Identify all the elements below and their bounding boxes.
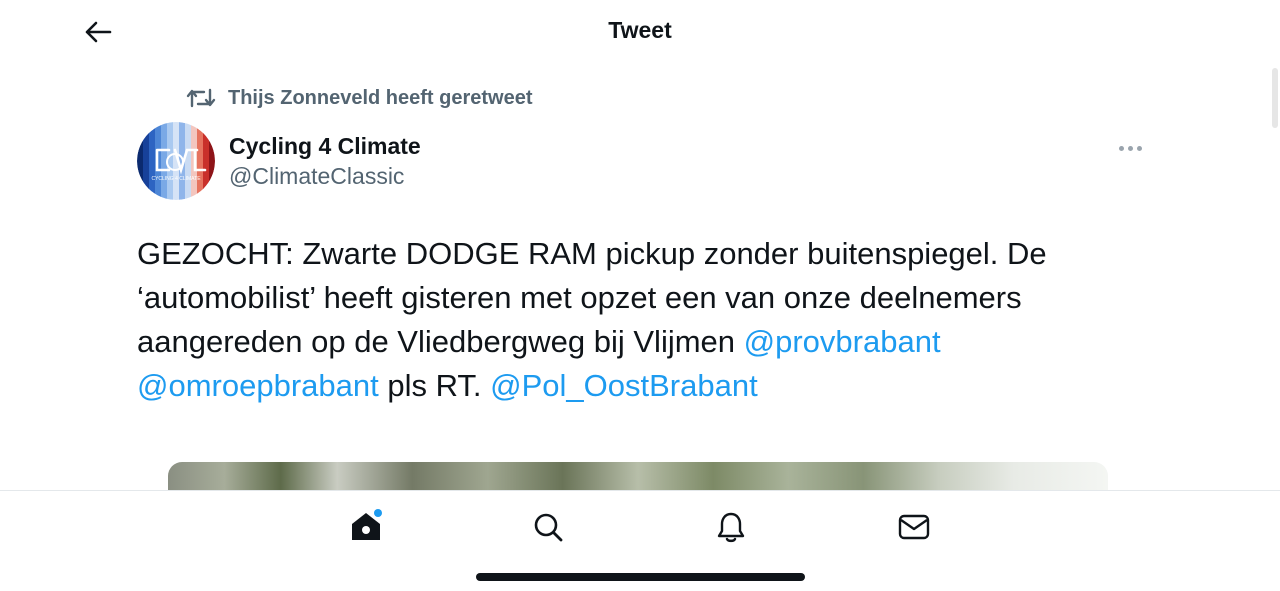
bell-icon [717, 512, 745, 543]
author-handle[interactable]: @ClimateClassic [229, 161, 421, 191]
mention-link[interactable]: @Pol_OostBrabant [490, 368, 758, 403]
author-name[interactable]: Cycling 4 Climate [229, 131, 421, 161]
mention-link[interactable]: @provbrabant [744, 324, 941, 359]
retweet-icon [186, 88, 216, 108]
avatar-caption: CYCLING 4 CLIMATE [151, 176, 201, 182]
tab-home[interactable] [346, 507, 386, 547]
tab-messages[interactable] [894, 507, 934, 547]
cycling-4-climate-logo: CYCLING 4 CLIMATE [137, 122, 215, 200]
avatar[interactable]: CYCLING 4 CLIMATE [137, 122, 215, 200]
retweet-label: Thijs Zonneveld heeft geretweet [228, 86, 533, 109]
tab-search[interactable] [528, 507, 568, 547]
page-title: Tweet [608, 17, 672, 43]
mail-icon [898, 514, 930, 540]
home-indicator[interactable] [476, 573, 805, 581]
more-options-button[interactable] [1114, 136, 1146, 160]
author-info[interactable]: Cycling 4 Climate @ClimateClassic [229, 131, 421, 191]
more-dot [1136, 145, 1142, 151]
bottom-tab-bar [0, 490, 1280, 591]
retweet-context[interactable]: Thijs Zonneveld heeft geretweet [186, 84, 533, 112]
mention-link[interactable]: @omroepbrabant [137, 368, 379, 403]
more-dot [1118, 145, 1124, 151]
tab-notifications[interactable] [711, 507, 751, 547]
header: Tweet [0, 0, 1280, 64]
notification-dot [374, 509, 382, 517]
tweet-text: GEZOCHT: Zwarte DODGE RAM pickup zonder … [137, 232, 1127, 408]
scrollbar[interactable] [1272, 68, 1278, 128]
search-icon [534, 513, 563, 542]
tweet-body: pls RT. [378, 368, 491, 403]
more-dot [1127, 145, 1133, 151]
